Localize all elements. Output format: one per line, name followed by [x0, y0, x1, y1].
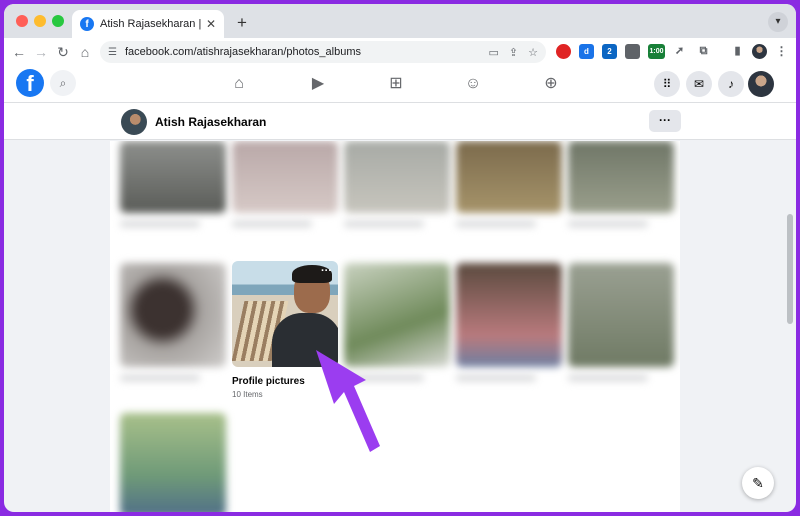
album-thumbnail[interactable]	[232, 141, 338, 213]
messenger-icon[interactable]: ✉	[686, 71, 712, 97]
site-settings-icon[interactable]: ☰	[108, 47, 117, 58]
trello-icon[interactable]: 2	[602, 44, 617, 59]
reload-icon[interactable]: ↻	[54, 43, 72, 61]
bookmark-star-icon[interactable]: ☆	[528, 46, 538, 59]
album-thumbnail[interactable]	[120, 263, 226, 367]
tab-title: Atish Rajasekharan | Facebook	[100, 18, 202, 30]
album-caption-placeholder	[344, 221, 424, 227]
cast-icon[interactable]: ▭	[489, 46, 499, 59]
profile-name[interactable]: Atish Rajasekharan	[155, 115, 266, 129]
search-icon[interactable]: ⌕	[50, 70, 76, 96]
menu-grid-icon[interactable]: ⠿	[654, 71, 680, 97]
profile-avatar[interactable]	[121, 109, 147, 135]
album-options-icon[interactable]: ···	[321, 265, 332, 277]
sidebar-icon[interactable]: ▮	[730, 44, 745, 59]
album-thumbnail[interactable]	[456, 141, 562, 213]
facebook-logo[interactable]: f	[16, 69, 44, 97]
notifications-bell-icon[interactable]: ♪	[718, 71, 744, 97]
facebook-favicon-icon: f	[80, 17, 94, 31]
browser-window: f Atish Rajasekharan | Facebook ✕ + ▾ ← …	[4, 4, 796, 512]
lightning-icon[interactable]: ➚	[672, 44, 687, 59]
timer-extension-icon[interactable]: 1:00	[648, 44, 665, 59]
album-caption-placeholder	[120, 221, 200, 227]
annotation-arrow-icon	[316, 350, 380, 452]
album-caption-placeholder	[456, 221, 536, 227]
new-tab-button[interactable]: +	[232, 13, 252, 33]
album-thumbnail[interactable]	[456, 263, 562, 367]
account-avatar[interactable]	[748, 71, 774, 97]
video-icon[interactable]: ▶	[306, 72, 330, 96]
album-caption-placeholder	[120, 375, 200, 381]
home-icon[interactable]: ⌂	[227, 72, 251, 96]
puzzle-icon[interactable]: ⧉	[696, 44, 711, 59]
more-options-button[interactable]: ···	[649, 110, 681, 132]
kebab-menu-icon[interactable]: ⋮	[774, 44, 789, 59]
album-caption-placeholder	[568, 221, 648, 227]
album-caption-placeholder	[232, 221, 312, 227]
incognito-extension-icon[interactable]	[625, 44, 640, 59]
album-thumbnail[interactable]	[568, 141, 674, 213]
marketplace-icon[interactable]: ⊞	[384, 72, 408, 96]
close-window-button[interactable]	[16, 15, 28, 27]
album-thumbnail[interactable]	[120, 141, 226, 213]
maximize-window-button[interactable]	[52, 15, 64, 27]
browser-tab[interactable]: f Atish Rajasekharan | Facebook ✕	[72, 10, 224, 38]
album-caption-placeholder	[568, 375, 648, 381]
album-thumbnail[interactable]	[120, 413, 226, 512]
tab-close-icon[interactable]: ✕	[206, 17, 216, 31]
browser-toolbar: ← → ↻ ⌂ ☰ facebook.com/atishrajasekharan…	[4, 38, 796, 66]
url-text: facebook.com/atishrajasekharan/photos_al…	[124, 46, 361, 58]
home-icon[interactable]: ⌂	[76, 43, 94, 61]
album-thumbnail[interactable]	[568, 263, 674, 367]
albums-grid: ··· Profile pictures 10 Items	[110, 141, 680, 512]
profile-bar: Atish Rajasekharan ···	[4, 103, 796, 140]
tab-search-chevron-icon[interactable]: ▾	[768, 12, 788, 32]
opera-icon[interactable]	[556, 44, 571, 59]
album-caption-placeholder	[456, 375, 536, 381]
compose-edit-icon[interactable]: ✎	[742, 467, 774, 499]
dashlane-icon[interactable]: d	[579, 44, 594, 59]
gaming-icon[interactable]: ⊕	[539, 72, 563, 96]
forward-arrow-icon[interactable]: →	[32, 43, 50, 61]
page-scrollbar[interactable]	[787, 214, 793, 324]
profile-avatar[interactable]	[752, 44, 767, 59]
facebook-header: f ⌕ ⌂ ▶ ⊞ ☺ ⊕ ⠿ ✉ ♪	[4, 66, 796, 103]
groups-icon[interactable]: ☺	[461, 72, 485, 96]
minimize-window-button[interactable]	[34, 15, 46, 27]
address-bar[interactable]: ☰ facebook.com/atishrajasekharan/photos_…	[100, 41, 546, 63]
album-thumbnail[interactable]	[344, 141, 450, 213]
back-arrow-icon[interactable]: ←	[10, 43, 28, 61]
share-icon[interactable]: ⇪	[509, 46, 518, 59]
tab-strip: f Atish Rajasekharan | Facebook ✕ + ▾	[4, 4, 796, 38]
